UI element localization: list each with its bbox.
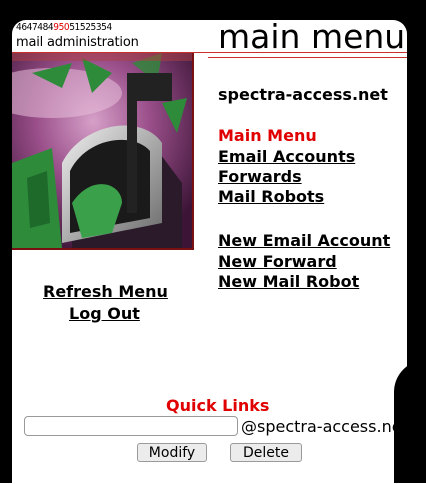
mailbox-art-icon: [12, 53, 192, 248]
quick-links-title: Quick Links: [166, 396, 270, 415]
menu-link-new-mail-robot[interactable]: New Mail Robot: [218, 272, 359, 291]
menu-link-email-accounts[interactable]: Email Accounts: [218, 147, 355, 166]
menu-link-mail-robots[interactable]: Mail Robots: [218, 187, 324, 206]
log-out-link[interactable]: Log Out: [69, 304, 140, 323]
domain-suffix: @spectra-access.net: [241, 417, 408, 436]
quick-links-account-input[interactable]: [24, 416, 238, 436]
header-code: 464748495051525354: [16, 22, 112, 33]
header-code-prefix: 4647484: [16, 22, 54, 33]
delete-button[interactable]: Delete: [230, 443, 302, 462]
refresh-menu-link[interactable]: Refresh Menu: [43, 282, 168, 301]
menu-link-new-forward[interactable]: New Forward: [218, 252, 337, 271]
domain-name: spectra-access.net: [218, 85, 388, 104]
title-rule: [208, 57, 407, 58]
header-subtitle: mail administration: [16, 35, 139, 50]
modify-button[interactable]: Modify: [137, 443, 207, 462]
menu-link-new-email-account[interactable]: New Email Account: [218, 231, 390, 250]
header-code-highlight: 950: [53, 22, 70, 33]
mailbox-illustration: [12, 53, 194, 250]
header-code-suffix: 51525354: [69, 22, 112, 33]
menu-link-forwards[interactable]: Forwards: [218, 167, 302, 186]
page-title: main menu: [218, 17, 406, 56]
menu-link-main-menu[interactable]: Main Menu: [218, 126, 317, 145]
